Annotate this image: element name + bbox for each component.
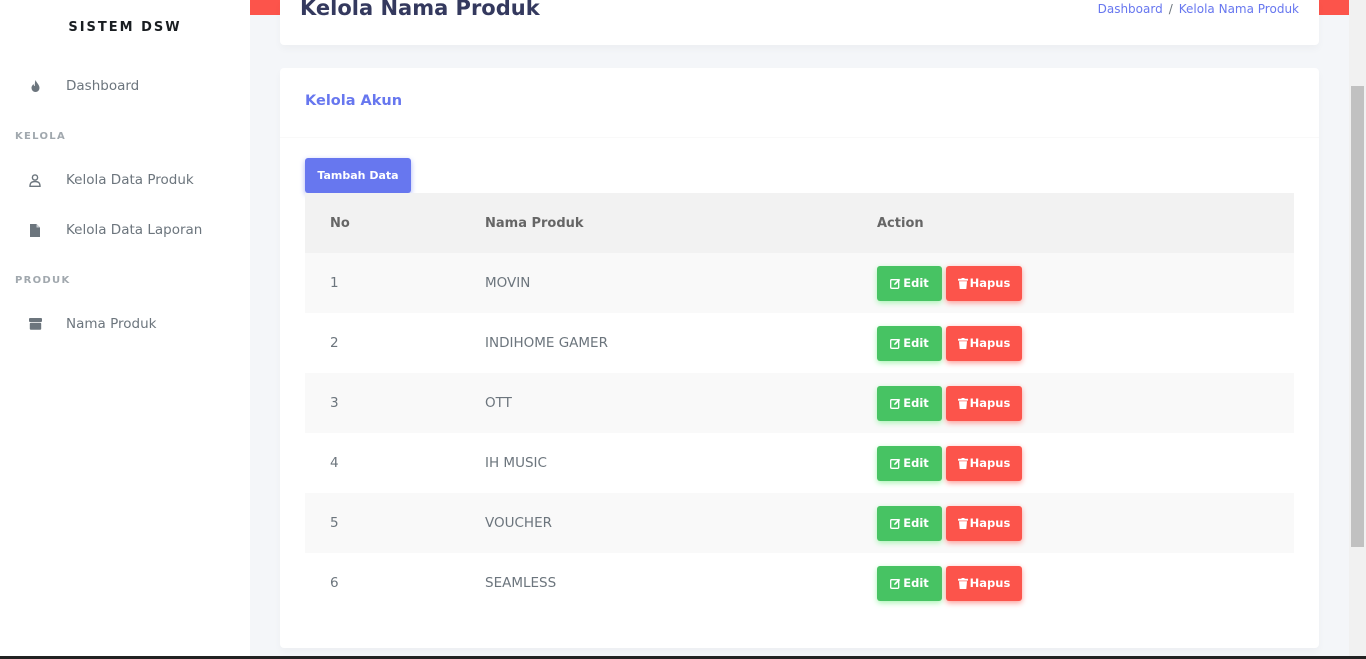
sidebar-item-kelola-data-laporan[interactable]: Kelola Data Laporan [0,215,250,245]
delete-label: Hapus [969,576,1011,590]
trash-icon [957,397,968,409]
scrollbar-thumb[interactable] [1351,86,1364,547]
trash-icon [957,517,968,529]
brand-title[interactable]: SISTEM DSW [0,20,250,35]
edit-label: Edit [903,276,929,290]
row-number: 6 [330,575,339,591]
edit-label: Edit [903,516,929,530]
delete-button[interactable]: Hapus [946,505,1022,541]
product-name: VOUCHER [485,515,552,531]
sidebar-item-label: Kelola Data Produk [66,172,194,188]
delete-label: Hapus [969,456,1011,470]
edit-button[interactable]: Edit [877,505,942,541]
trash-icon [957,577,968,589]
header-accent-right [1319,0,1349,15]
user-icon [28,173,42,187]
row-actions: Edit Hapus [877,433,1022,493]
sidebar-item-dashboard[interactable]: Dashboard [0,71,250,101]
product-name: OTT [485,395,512,411]
add-data-button[interactable]: Tambah Data [305,158,411,193]
table-row: 5 VOUCHER Edit Hapus [305,493,1294,553]
edit-button[interactable]: Edit [877,565,942,601]
card-header: Kelola Akun [280,68,1319,138]
file-icon [28,223,42,237]
edit-button[interactable]: Edit [877,385,942,421]
edit-icon [890,578,901,589]
delete-label: Hapus [969,336,1011,350]
box-icon [28,317,42,331]
row-number: 1 [330,275,339,291]
breadcrumb: Dashboard / Kelola Nama Produk [1098,2,1299,16]
products-table: No Nama Produk Action 1 MOVIN Edit Hapus… [305,193,1294,613]
edit-icon [890,458,901,469]
table-header: No Nama Produk Action [305,193,1294,253]
product-name: INDIHOME GAMER [485,335,608,351]
row-actions: Edit Hapus [877,253,1022,313]
edit-button[interactable]: Edit [877,325,942,361]
table-row: 1 MOVIN Edit Hapus [305,253,1294,313]
delete-label: Hapus [969,396,1011,410]
fire-icon [28,79,42,93]
section-header: Kelola Nama Produk Dashboard / Kelola Na… [280,0,1319,45]
delete-button[interactable]: Hapus [946,325,1022,361]
product-name: SEAMLESS [485,575,557,591]
sidebar-item-kelola-data-produk[interactable]: Kelola Data Produk [0,165,250,195]
sidebar-item-label: Nama Produk [66,316,157,332]
column-header-no: No [330,215,350,231]
edit-icon [890,398,901,409]
sidebar: SISTEM DSW Dashboard KELOLA Kelola Data … [0,0,250,659]
table-row: 6 SEAMLESS Edit Hapus [305,553,1294,613]
row-actions: Edit Hapus [877,553,1022,613]
page-scrollbar[interactable] [1349,0,1366,659]
table-row: 4 IH MUSIC Edit Hapus [305,433,1294,493]
product-name: MOVIN [485,275,531,291]
trash-icon [957,277,968,289]
row-actions: Edit Hapus [877,493,1022,553]
delete-button[interactable]: Hapus [946,385,1022,421]
delete-label: Hapus [969,516,1011,530]
edit-button[interactable]: Edit [877,265,942,301]
table-row: 2 INDIHOME GAMER Edit Hapus [305,313,1294,373]
edit-button[interactable]: Edit [877,445,942,481]
delete-button[interactable]: Hapus [946,265,1022,301]
delete-label: Hapus [969,276,1011,290]
delete-button[interactable]: Hapus [946,565,1022,601]
table-row: 3 OTT Edit Hapus [305,373,1294,433]
sidebar-item-label: Dashboard [66,78,140,94]
breadcrumb-current: Kelola Nama Produk [1178,2,1299,16]
row-number: 5 [330,515,339,531]
card-title: Kelola Akun [305,93,403,109]
product-name: IH MUSIC [485,455,547,471]
menu-header-produk: PRODUK [15,275,71,286]
row-number: 4 [330,455,339,471]
edit-label: Edit [903,336,929,350]
row-number: 2 [330,335,339,351]
edit-label: Edit [903,396,929,410]
breadcrumb-dashboard[interactable]: Dashboard [1098,2,1163,16]
column-header-name: Nama Produk [485,215,584,231]
sidebar-item-nama-produk[interactable]: Nama Produk [0,309,250,339]
page-title: Kelola Nama Produk [300,0,540,20]
edit-label: Edit [903,456,929,470]
edit-label: Edit [903,576,929,590]
row-number: 3 [330,395,339,411]
sidebar-item-label: Kelola Data Laporan [66,222,203,238]
trash-icon [957,337,968,349]
breadcrumb-separator: / [1168,2,1173,16]
main-card: Kelola Akun Tambah Data No Nama Produk A… [280,68,1319,648]
edit-icon [890,338,901,349]
header-accent-left [250,0,280,15]
edit-icon [890,518,901,529]
edit-icon [890,278,901,289]
column-header-action: Action [877,215,924,231]
delete-button[interactable]: Hapus [946,445,1022,481]
row-actions: Edit Hapus [877,313,1022,373]
row-actions: Edit Hapus [877,373,1022,433]
trash-icon [957,457,968,469]
menu-header-kelola: KELOLA [15,131,67,142]
